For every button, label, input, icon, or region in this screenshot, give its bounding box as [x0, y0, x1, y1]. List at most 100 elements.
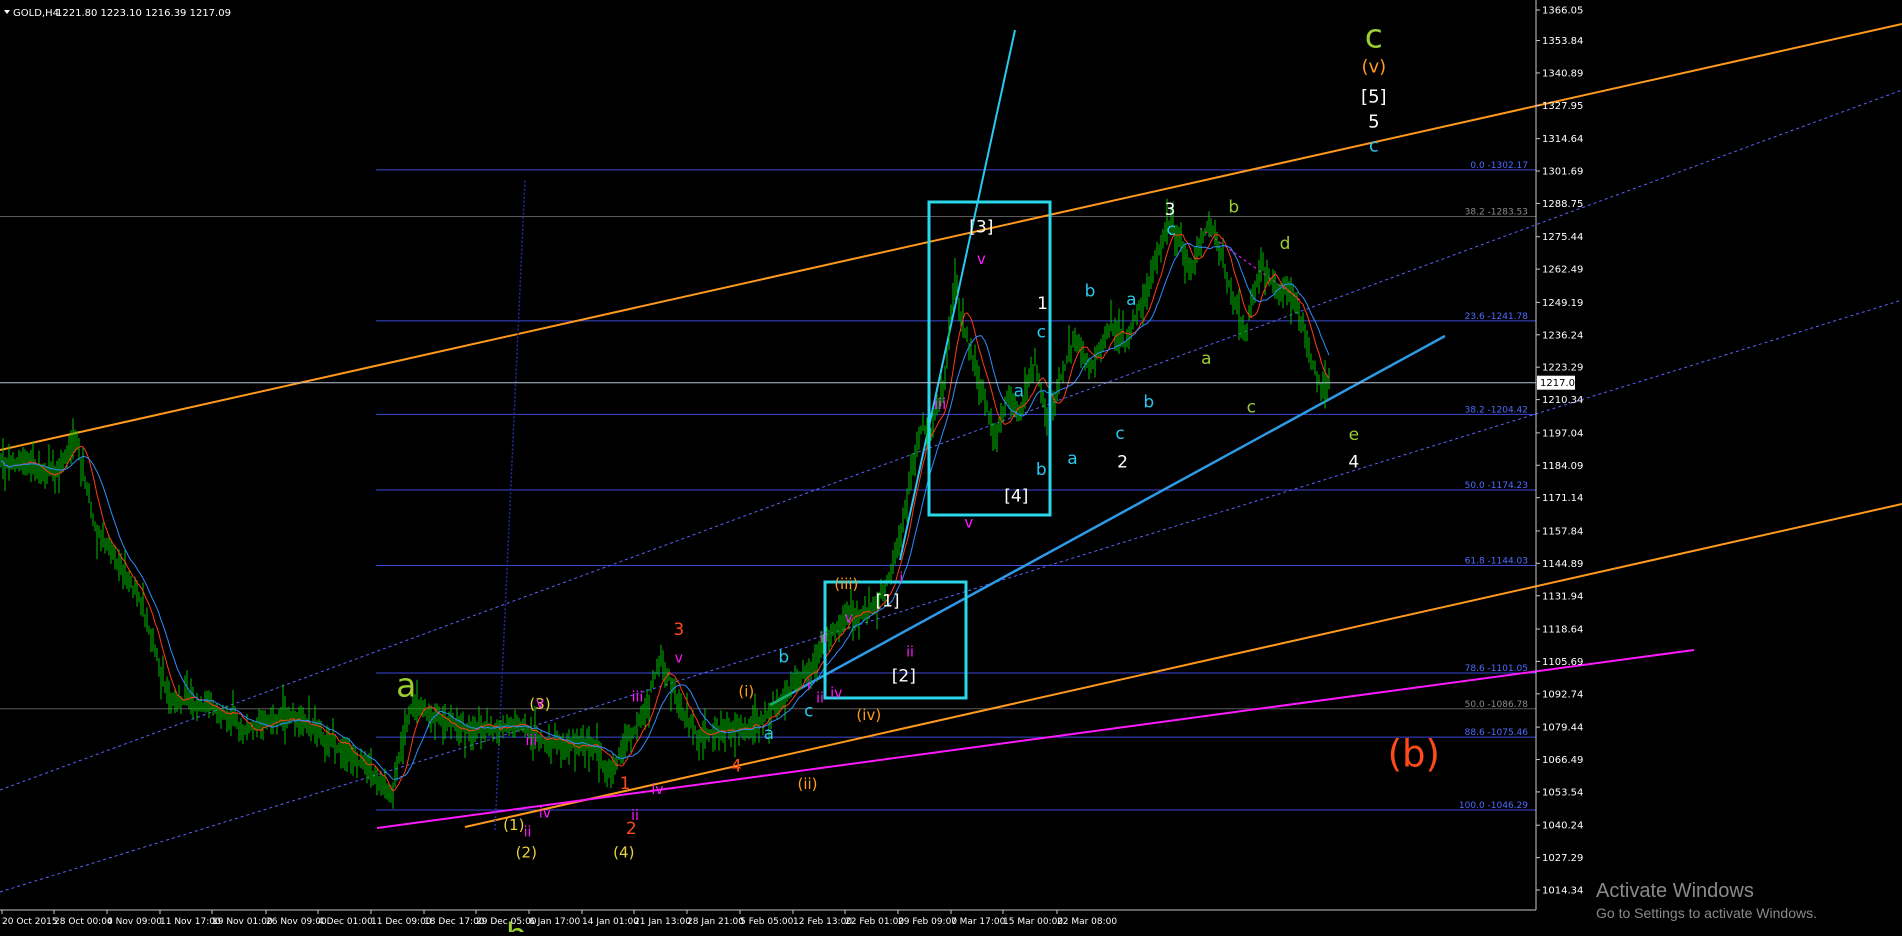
- fib-level-label: 50.0 -1174.23: [1465, 481, 1528, 491]
- wave-label: b: [778, 648, 789, 668]
- wave-label: b: [1143, 393, 1154, 413]
- wave-label: c: [1369, 135, 1379, 156]
- time-tick-label: 14 Jan 01:00: [582, 917, 639, 927]
- wave-label: 2: [626, 819, 637, 839]
- wave-label: [4]: [1004, 486, 1028, 506]
- wave-label: a: [1014, 381, 1024, 401]
- wave-label: b: [1085, 281, 1096, 301]
- wave-label: v: [964, 514, 973, 532]
- fib-level-label: 100.0 -1046.29: [1459, 801, 1528, 811]
- wave-label: a: [396, 665, 416, 704]
- fib-level-label: 88.6 -1075.46: [1465, 728, 1529, 738]
- chart-canvas[interactable]: 0.0 -1302.1738.2 -1283.5323.6 -1241.7838…: [0, 0, 1902, 936]
- price-tick-label: 1131.94: [1542, 591, 1583, 602]
- wave-label: (2): [516, 844, 537, 862]
- wave-label: a: [1067, 449, 1077, 469]
- wave-label: 4: [1348, 453, 1359, 473]
- price-tick-label: 1327.95: [1542, 101, 1583, 112]
- time-tick-label: 28 Jan 21:00: [687, 917, 744, 927]
- wave-label: v: [536, 696, 544, 712]
- watermark-line-2: Go to Settings to activate Windows.: [1596, 905, 1817, 921]
- wave-label: c: [1247, 398, 1256, 418]
- chart-background: [0, 0, 1902, 932]
- wave-label: v: [675, 651, 683, 667]
- fib-level-label: 78.6 -1101.05: [1465, 664, 1528, 674]
- wave-label: a: [1126, 290, 1136, 310]
- price-tick-label: 1366.05: [1542, 6, 1583, 17]
- fib-level-label: 38.2 -1204.42: [1465, 405, 1528, 415]
- wave-label: (4): [613, 844, 634, 862]
- wave-label: d: [1280, 234, 1291, 254]
- time-tick-label: 20 Oct 2015: [2, 917, 58, 927]
- wave-label: i: [899, 571, 903, 587]
- wave-label: ii: [906, 644, 914, 660]
- price-tick-label: 1040.24: [1542, 821, 1583, 832]
- wave-label: 3: [1165, 200, 1176, 220]
- price-tick-label: 1301.69: [1542, 167, 1583, 178]
- price-tick-label: 1262.49: [1542, 265, 1583, 276]
- wave-label: 1: [1037, 294, 1048, 314]
- price-tick-label: 1066.49: [1542, 755, 1583, 766]
- price-tick-label: 1314.64: [1542, 134, 1583, 145]
- wave-label: iii: [525, 733, 537, 749]
- time-tick-label: 28 Oct 00:00: [54, 917, 113, 927]
- price-tick-label: 1105.69: [1542, 657, 1583, 668]
- wave-label: iii: [632, 689, 644, 705]
- price-tick-label: 1236.24: [1542, 330, 1583, 341]
- time-tick-label: 29 Feb 09:00: [898, 917, 957, 927]
- price-tick-label: 1223.29: [1542, 363, 1583, 374]
- wave-label: [1]: [875, 591, 899, 611]
- gold-h4-chart[interactable]: 0.0 -1302.17 38.2 -1283.53 23.6 -1241.78 38…: [0, 0, 1902, 936]
- wave-label: 4: [731, 756, 742, 776]
- time-tick-label: 4 Dec 01:00: [318, 917, 373, 927]
- time-tick-label: 15 Mar 00:00: [1003, 917, 1063, 927]
- price-tick-label: 1197.04: [1542, 428, 1583, 439]
- time-tick-label: 12 Feb 13:00: [793, 917, 852, 927]
- time-tick-label: 22 Mar 08:00: [1057, 917, 1117, 927]
- fib-level-label: 23.6 -1241.78: [1465, 312, 1529, 322]
- price-tick-label: 1157.84: [1542, 526, 1583, 537]
- time-tick-label: 6 Jan 17:00: [529, 917, 581, 927]
- ohlc-values: 1221.80 1223.10 1216.39 1217.09: [56, 8, 231, 19]
- time-tick-label: 19 Nov 01:00: [212, 917, 273, 927]
- price-tick-label: 1092.74: [1542, 689, 1583, 700]
- price-tick-label: 1027.29: [1542, 853, 1583, 864]
- price-tick-label: 1210.34: [1542, 395, 1583, 406]
- wave-label: c: [1115, 424, 1124, 444]
- wave-label: (iv): [856, 706, 881, 724]
- wave-label: ii: [816, 691, 824, 707]
- wave-label: c: [1037, 323, 1046, 343]
- price-tick-label: 1184.09: [1542, 461, 1583, 472]
- price-tick-label: 1079.44: [1542, 723, 1583, 734]
- wave-label: [5]: [1361, 87, 1387, 108]
- wave-label: 3: [673, 620, 684, 640]
- wave-label: iv: [539, 806, 551, 822]
- wave-label: (iii): [834, 575, 858, 593]
- time-tick-label: 21 Jan 13:00: [634, 917, 691, 927]
- wave-label: [2]: [892, 666, 916, 686]
- price-tick-label: 1275.44: [1542, 232, 1583, 243]
- time-tick-label: 29 Dec 05:00: [476, 917, 537, 927]
- price-tick-label: 1288.75: [1542, 199, 1583, 210]
- wave-label: v: [845, 611, 853, 627]
- time-tick-label: 4 Nov 09:00: [107, 917, 162, 927]
- wave-label: 2: [1117, 453, 1128, 473]
- time-tick-label: 5 Feb 05:00: [740, 917, 794, 927]
- price-tick-label: 1340.89: [1542, 68, 1583, 79]
- price-tick-label: 1144.89: [1542, 559, 1583, 570]
- fib-level-label: 0.0 -1302.17: [1470, 161, 1528, 171]
- price-tick-label: 1118.64: [1542, 625, 1583, 636]
- wave-label: (ii): [797, 775, 817, 793]
- wave-label: c: [1167, 220, 1176, 240]
- wave-label: v: [977, 250, 986, 268]
- wave-label: c: [1365, 17, 1383, 56]
- wave-label: iii: [934, 395, 947, 413]
- fib-level-label: 61.8 -1144.03: [1465, 557, 1528, 567]
- wave-label: e: [1349, 425, 1359, 445]
- wave-label: b: [1036, 460, 1047, 480]
- time-tick-label: 11 Dec 09:00: [371, 917, 432, 927]
- wave-label: i: [807, 678, 811, 694]
- watermark-line-1: Activate Windows: [1596, 880, 1754, 902]
- chart-header: GOLD,H4 1221.80 1223.10 1216.39 1217.09: [4, 8, 231, 19]
- time-tick-label: 22 Feb 01:00: [845, 917, 904, 927]
